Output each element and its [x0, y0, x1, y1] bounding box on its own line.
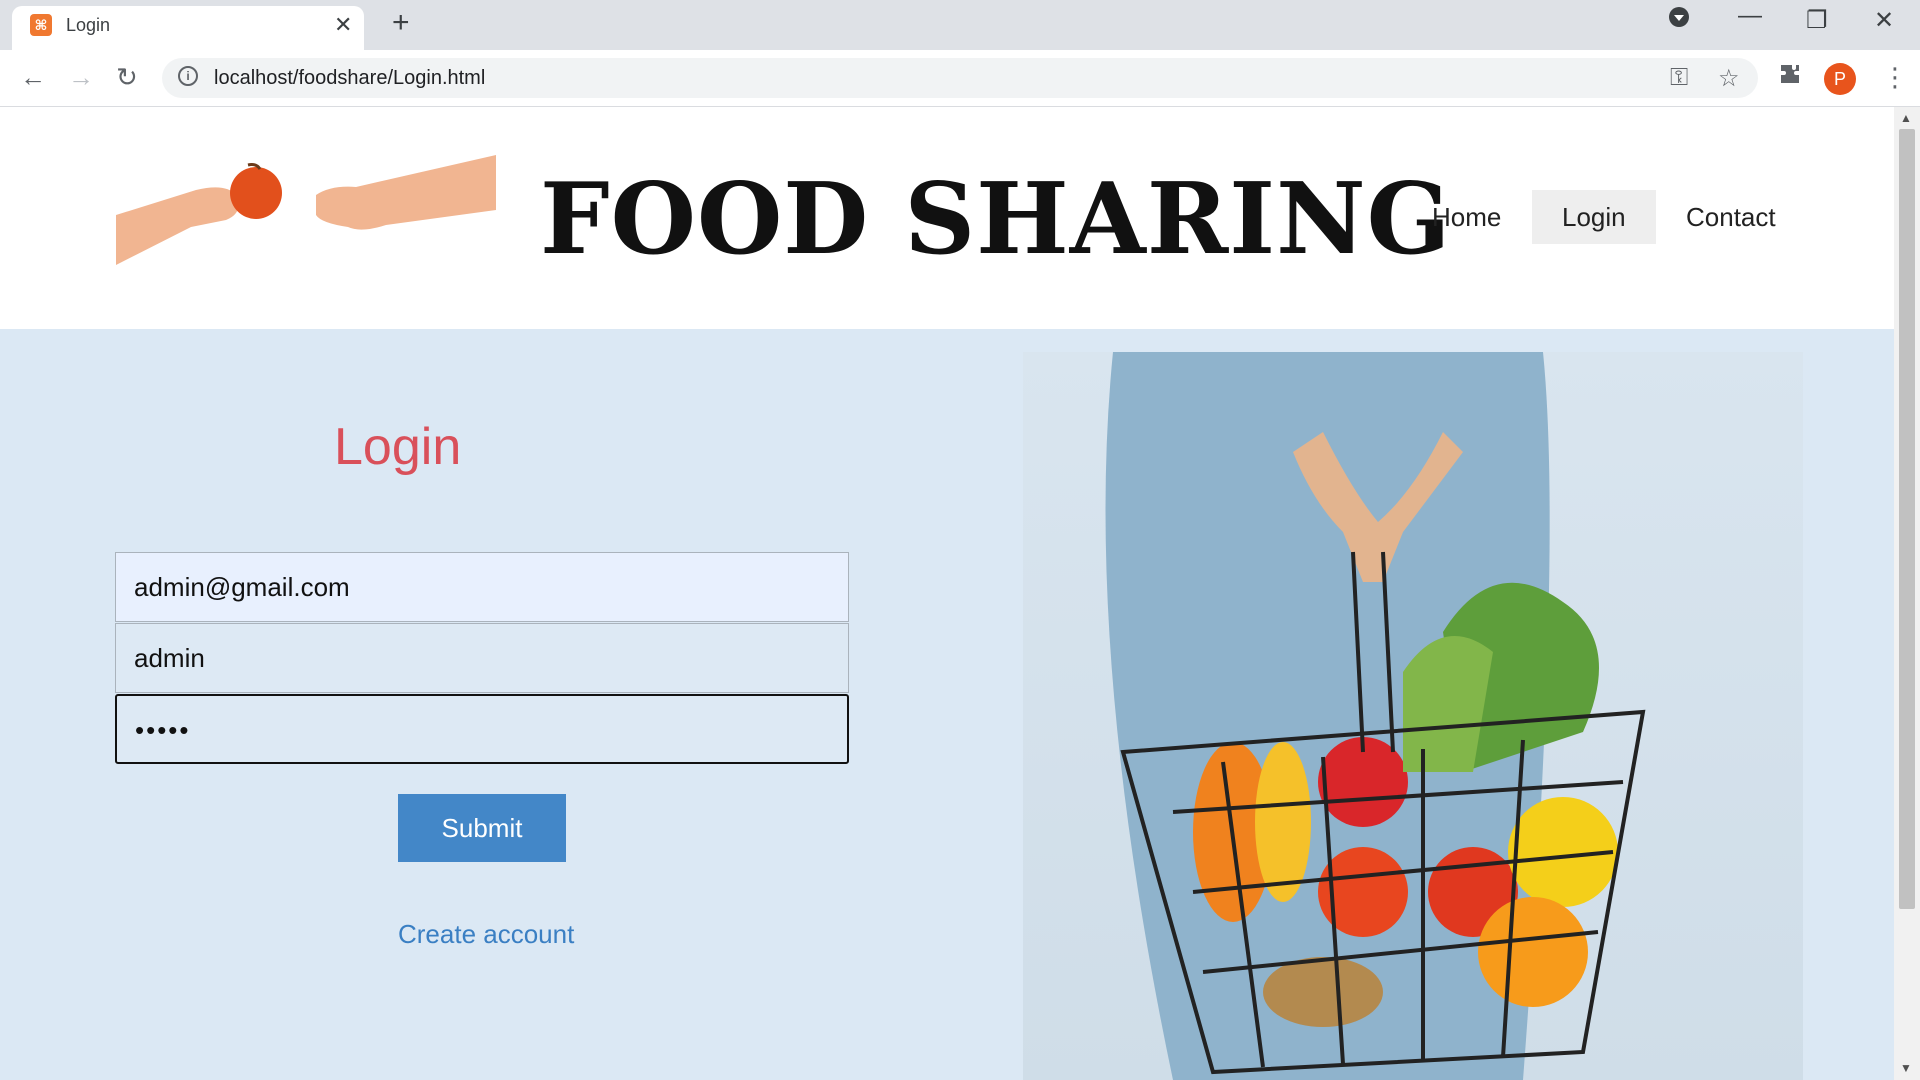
nav-home-link[interactable]: Home: [1402, 190, 1531, 244]
forward-icon[interactable]: →: [68, 62, 94, 93]
window-close-icon[interactable]: ✕: [1874, 6, 1894, 35]
scrollbar-thumb[interactable]: [1899, 129, 1915, 909]
nav-contact-link[interactable]: Contact: [1656, 190, 1806, 244]
nav-login-link[interactable]: Login: [1532, 190, 1656, 244]
minimize-icon[interactable]: —: [1738, 2, 1762, 30]
browser-tab[interactable]: ⌘ Login ✕: [12, 6, 364, 50]
bookmark-star-icon[interactable]: ☆: [1718, 64, 1740, 93]
browser-tab-bar: ⌘ Login ✕ + — ❐ ✕: [0, 0, 1920, 50]
create-account-link[interactable]: Create account: [398, 919, 574, 950]
scroll-up-arrow-icon[interactable]: ▲: [1900, 111, 1912, 125]
reload-icon[interactable]: ↻: [116, 62, 138, 93]
extensions-icon[interactable]: [1778, 62, 1802, 93]
hands-sharing-logo: [116, 155, 496, 295]
submit-button[interactable]: Submit: [398, 794, 566, 862]
profile-avatar[interactable]: P: [1824, 63, 1856, 95]
tab-title: Login: [66, 15, 111, 35]
site-header: FOOD SHARING Home Login Contact: [0, 107, 1894, 329]
page-viewport: FOOD SHARING Home Login Contact Login ad…: [0, 107, 1894, 1080]
password-field[interactable]: •••••: [115, 694, 849, 764]
browser-menu-icon[interactable]: ⋮: [1882, 62, 1908, 93]
site-brand-title: FOOD SHARING: [540, 162, 1452, 277]
xampp-favicon-icon: ⌘: [30, 14, 52, 36]
page-scrollbar[interactable]: ▲ ▼: [1894, 107, 1920, 1080]
tab-search-icon[interactable]: [1668, 6, 1690, 35]
email-field[interactable]: admin@gmail.com: [115, 552, 849, 622]
login-heading: Login: [334, 418, 462, 476]
address-bar[interactable]: i localhost/foodshare/Login.html ⚿ ☆: [162, 58, 1758, 98]
back-icon[interactable]: ←: [20, 62, 46, 93]
new-tab-icon[interactable]: +: [392, 8, 410, 38]
browser-toolbar: ← → ↻ i localhost/foodshare/Login.html ⚿…: [0, 50, 1920, 107]
scroll-down-arrow-icon[interactable]: ▼: [1900, 1061, 1912, 1075]
vegetable-basket-image: [1023, 352, 1803, 1080]
restore-icon[interactable]: ❐: [1806, 6, 1828, 35]
username-field[interactable]: admin: [115, 623, 849, 693]
key-icon[interactable]: ⚿: [1670, 64, 1688, 92]
site-info-icon[interactable]: i: [178, 66, 198, 86]
close-tab-icon[interactable]: ✕: [334, 12, 352, 38]
url-text: localhost/foodshare/Login.html: [214, 67, 486, 89]
